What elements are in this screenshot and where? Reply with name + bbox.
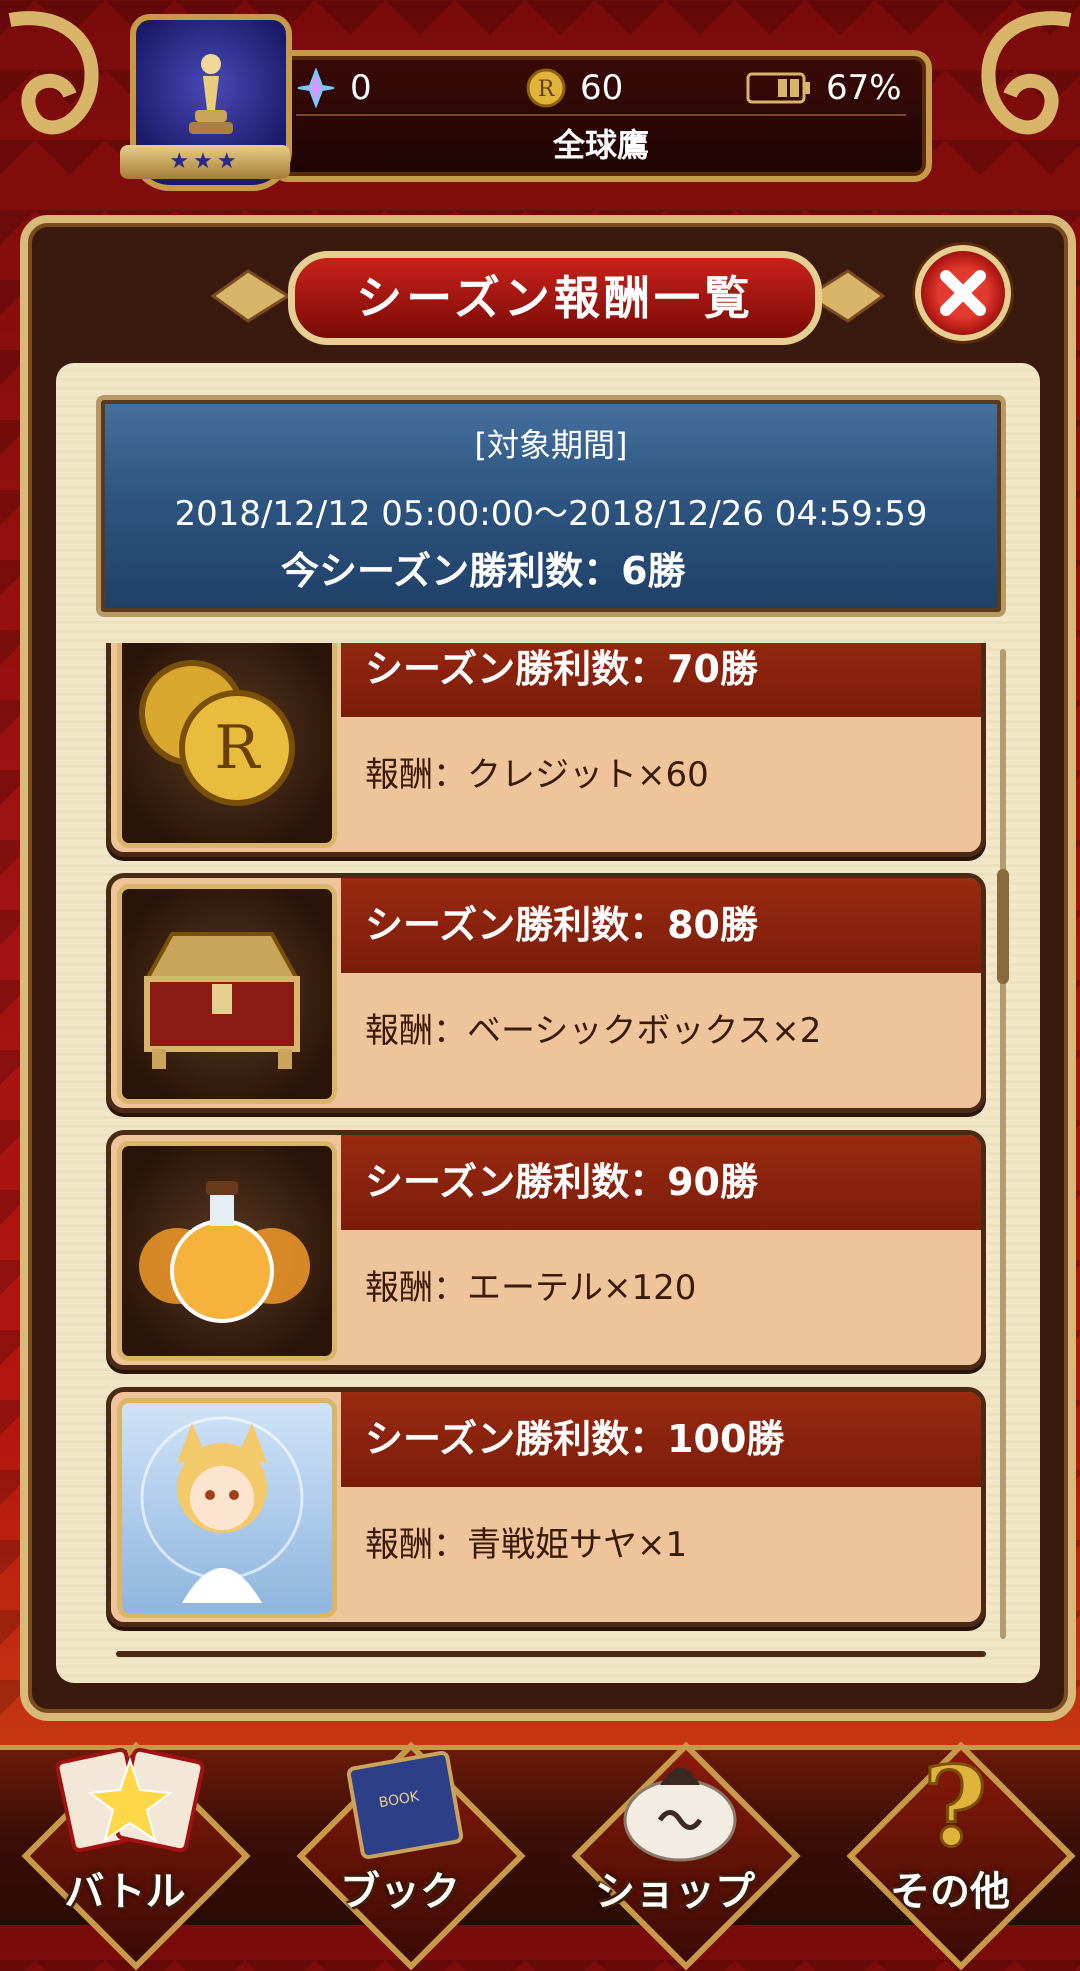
battery-indicator: 67% bbox=[746, 66, 902, 110]
potion-bottles-icon bbox=[117, 1141, 337, 1361]
battery-icon bbox=[746, 68, 812, 108]
list-divider bbox=[116, 1651, 986, 1657]
reward-list-scrollbar[interactable] bbox=[997, 649, 1009, 1639]
coins-icon: R bbox=[117, 643, 337, 848]
rank-crest[interactable]: ★★★ bbox=[120, 14, 292, 191]
reward-item: シーズン勝利数：90勝 報酬：エーテル×120 bbox=[106, 1130, 986, 1370]
nav-other[interactable]: ? その他 bbox=[840, 1735, 1076, 1971]
credit-count: 60 bbox=[580, 68, 624, 108]
reward-description: 報酬：青戦姫サヤ×1 bbox=[365, 1525, 688, 1565]
status-bar: 0 R 60 67% 全球鷹 bbox=[270, 50, 932, 182]
reward-description: 報酬：エーテル×120 bbox=[365, 1268, 697, 1308]
gem-count: 0 bbox=[350, 68, 372, 108]
reward-title: シーズン勝利数：90勝 bbox=[341, 1135, 981, 1230]
left-ornament-icon bbox=[8, 11, 99, 135]
top-header: 0 R 60 67% 全球鷹 ★★★ bbox=[0, 0, 1080, 200]
close-icon bbox=[940, 270, 986, 316]
season-reward-dialog: シーズン報酬一覧 [対象期間] 2018/12/12 05:00:00～2018… bbox=[20, 215, 1076, 1721]
gem-counter: 0 bbox=[296, 66, 372, 110]
bottom-navigation: バトル BOOK ブック ショップ ? その他 bbox=[0, 1741, 1080, 1971]
dialog-content: [対象期間] 2018/12/12 05:00:00～2018/12/26 04… bbox=[56, 363, 1040, 1683]
battery-percent: 67% bbox=[826, 68, 902, 108]
shop-bag-icon bbox=[623, 1767, 737, 1862]
nav-book[interactable]: BOOK ブック bbox=[290, 1735, 526, 1971]
reward-title: シーズン勝利数：80勝 bbox=[341, 878, 981, 973]
svg-text:R: R bbox=[538, 77, 556, 102]
current-season-wins: 今シーズン勝利数：6勝 bbox=[281, 549, 686, 593]
reward-description: 報酬：ベーシックボックス×2 bbox=[365, 1011, 822, 1051]
title-left-ornament-icon bbox=[210, 269, 291, 323]
header-divider bbox=[296, 114, 906, 116]
dialog-title: シーズン報酬一覧 bbox=[288, 251, 822, 345]
reward-title: シーズン勝利数：70勝 bbox=[341, 643, 981, 717]
player-name: 全球鷹 bbox=[552, 126, 649, 164]
svg-text:R: R bbox=[214, 713, 261, 783]
scrollbar-thumb[interactable] bbox=[997, 869, 1009, 984]
reward-title: シーズン勝利数：100勝 bbox=[341, 1392, 981, 1487]
question-mark-icon: ? bbox=[921, 1745, 988, 1865]
nav-battle-label: バトル bbox=[64, 1869, 186, 1915]
svg-text:?: ? bbox=[923, 1745, 987, 1865]
nav-battle[interactable]: バトル bbox=[15, 1735, 251, 1971]
period-range: 2018/12/12 05:00:00～2018/12/26 04:59:59 bbox=[174, 494, 928, 534]
nav-book-label: ブック bbox=[340, 1869, 460, 1915]
season-period-box: [対象期間] 2018/12/12 05:00:00～2018/12/26 04… bbox=[96, 395, 1006, 617]
character-card-icon bbox=[117, 1398, 337, 1618]
right-ornament-icon bbox=[981, 11, 1072, 135]
treasure-chest-icon bbox=[117, 884, 337, 1104]
reward-item: R シーズン勝利数：70勝 報酬：クレジット×60 bbox=[106, 643, 986, 857]
chess-pawn-icon bbox=[189, 54, 233, 134]
credit-coin-icon: R bbox=[526, 68, 566, 108]
nav-shop[interactable]: ショップ bbox=[565, 1735, 801, 1971]
reward-item: シーズン勝利数：100勝 報酬：青戦姫サヤ×1 bbox=[106, 1387, 986, 1627]
rank-stars: ★★★ bbox=[120, 145, 290, 179]
nav-other-label: その他 bbox=[890, 1869, 1010, 1915]
reward-description: 報酬：クレジット×60 bbox=[365, 755, 709, 795]
battle-cards-icon bbox=[55, 1747, 205, 1853]
reward-list[interactable]: R シーズン勝利数：70勝 報酬：クレジット×60 シーズン勝利数：80勝 報酬… bbox=[106, 643, 986, 1663]
nav-shop-label: ショップ bbox=[595, 1869, 755, 1915]
reward-item: シーズン勝利数：80勝 報酬：ベーシックボックス×2 bbox=[106, 873, 986, 1113]
close-button[interactable] bbox=[915, 245, 1011, 341]
period-label: [対象期間] bbox=[474, 426, 628, 464]
credit-counter: R 60 bbox=[526, 66, 623, 110]
gem-icon bbox=[296, 68, 336, 108]
book-icon: BOOK bbox=[346, 1750, 464, 1860]
